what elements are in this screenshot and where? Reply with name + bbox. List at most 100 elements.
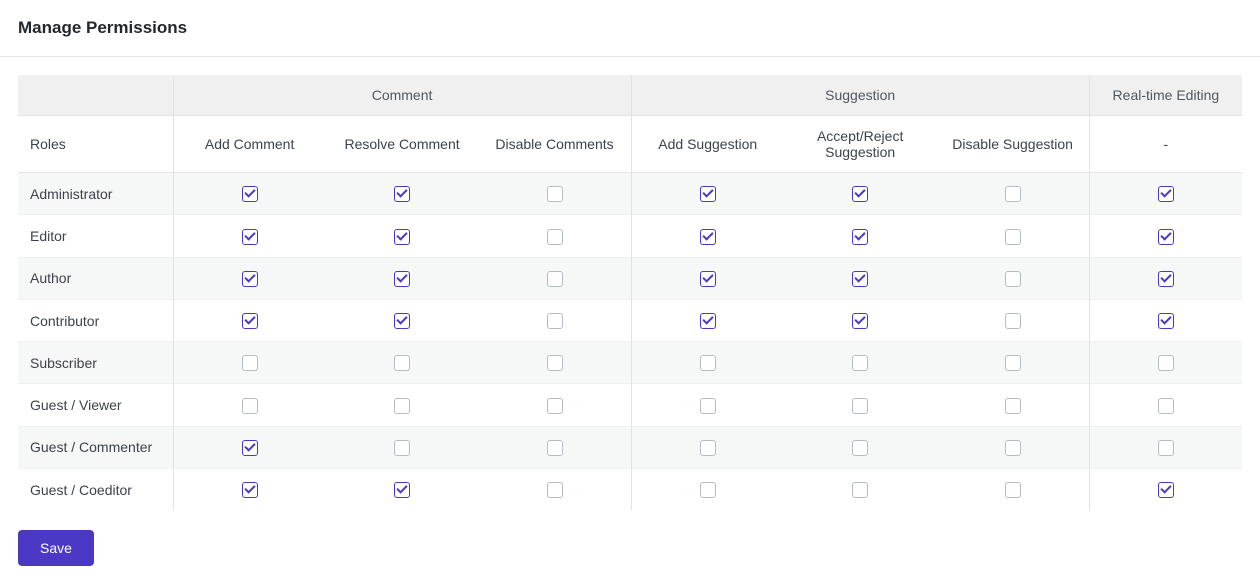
checkbox-accept-reject-suggestion[interactable] xyxy=(852,271,868,287)
perm-cell-disable-suggestion xyxy=(937,257,1090,299)
checkbox-realtime-editing[interactable] xyxy=(1158,440,1174,456)
checkbox-disable-suggestion[interactable] xyxy=(1005,313,1021,329)
col-accept-reject-suggestion: Accept/Reject Suggestion xyxy=(784,116,937,173)
perm-cell-add-comment xyxy=(173,173,326,215)
perm-cell-add-suggestion xyxy=(631,426,784,468)
checkbox-accept-reject-suggestion[interactable] xyxy=(852,186,868,202)
perm-cell-add-suggestion xyxy=(631,469,784,511)
checkbox-realtime-editing[interactable] xyxy=(1158,229,1174,245)
checkbox-accept-reject-suggestion[interactable] xyxy=(852,440,868,456)
checkbox-realtime-editing[interactable] xyxy=(1158,271,1174,287)
perm-cell-disable-comments xyxy=(478,469,631,511)
page-title: Manage Permissions xyxy=(0,0,1260,56)
perm-cell-disable-suggestion xyxy=(937,469,1090,511)
checkbox-disable-comments[interactable] xyxy=(547,186,563,202)
checkbox-resolve-comment[interactable] xyxy=(394,313,410,329)
perm-cell-accept-reject-suggestion xyxy=(784,384,937,426)
perm-cell-resolve-comment xyxy=(326,257,479,299)
checkbox-disable-suggestion[interactable] xyxy=(1005,271,1021,287)
checkbox-disable-suggestion[interactable] xyxy=(1005,398,1021,414)
role-name-cell: Administrator xyxy=(18,173,173,215)
group-header-suggestion: Suggestion xyxy=(631,75,1089,116)
checkbox-add-suggestion[interactable] xyxy=(700,440,716,456)
checkbox-add-suggestion[interactable] xyxy=(700,271,716,287)
checkbox-add-suggestion[interactable] xyxy=(700,229,716,245)
checkbox-realtime-editing[interactable] xyxy=(1158,355,1174,371)
perm-cell-add-comment xyxy=(173,426,326,468)
perm-cell-resolve-comment xyxy=(326,426,479,468)
checkbox-resolve-comment[interactable] xyxy=(394,482,410,498)
perm-cell-disable-suggestion xyxy=(937,426,1090,468)
checkbox-add-suggestion[interactable] xyxy=(700,313,716,329)
checkbox-realtime-editing[interactable] xyxy=(1158,398,1174,414)
checkbox-disable-comments[interactable] xyxy=(547,313,563,329)
perm-cell-disable-comments xyxy=(478,342,631,384)
save-button[interactable]: Save xyxy=(18,530,94,566)
role-name-cell: Contributor xyxy=(18,299,173,341)
perm-cell-resolve-comment xyxy=(326,173,479,215)
perm-cell-add-comment xyxy=(173,215,326,257)
checkbox-realtime-editing[interactable] xyxy=(1158,482,1174,498)
perm-cell-add-comment xyxy=(173,299,326,341)
checkbox-resolve-comment[interactable] xyxy=(394,271,410,287)
perm-cell-disable-comments xyxy=(478,299,631,341)
group-header-comment: Comment xyxy=(173,75,631,116)
checkbox-disable-suggestion[interactable] xyxy=(1005,229,1021,245)
checkbox-add-suggestion[interactable] xyxy=(700,482,716,498)
checkbox-disable-suggestion[interactable] xyxy=(1005,355,1021,371)
perm-cell-disable-suggestion xyxy=(937,173,1090,215)
group-header-realtime: Real-time Editing xyxy=(1089,75,1242,116)
checkbox-resolve-comment[interactable] xyxy=(394,186,410,202)
group-header-row: Comment Suggestion Real-time Editing xyxy=(18,75,1242,116)
checkbox-resolve-comment[interactable] xyxy=(394,229,410,245)
checkbox-disable-comments[interactable] xyxy=(547,482,563,498)
perm-cell-disable-suggestion xyxy=(937,299,1090,341)
perm-cell-add-suggestion xyxy=(631,384,784,426)
checkbox-accept-reject-suggestion[interactable] xyxy=(852,313,868,329)
checkbox-disable-comments[interactable] xyxy=(547,229,563,245)
checkbox-add-comment[interactable] xyxy=(242,271,258,287)
checkbox-realtime-editing[interactable] xyxy=(1158,186,1174,202)
checkbox-add-suggestion[interactable] xyxy=(700,186,716,202)
table-row: Subscriber xyxy=(18,342,1242,384)
checkbox-disable-comments[interactable] xyxy=(547,355,563,371)
checkbox-add-comment[interactable] xyxy=(242,229,258,245)
checkbox-disable-comments[interactable] xyxy=(547,271,563,287)
checkbox-accept-reject-suggestion[interactable] xyxy=(852,355,868,371)
checkbox-resolve-comment[interactable] xyxy=(394,440,410,456)
perm-cell-add-suggestion xyxy=(631,215,784,257)
checkbox-disable-suggestion[interactable] xyxy=(1005,440,1021,456)
checkbox-add-comment[interactable] xyxy=(242,398,258,414)
perm-cell-disable-suggestion xyxy=(937,215,1090,257)
checkbox-accept-reject-suggestion[interactable] xyxy=(852,229,868,245)
checkbox-add-comment[interactable] xyxy=(242,355,258,371)
checkbox-accept-reject-suggestion[interactable] xyxy=(852,398,868,414)
role-name-cell: Guest / Coeditor xyxy=(18,469,173,511)
checkbox-accept-reject-suggestion[interactable] xyxy=(852,482,868,498)
table-row: Guest / Viewer xyxy=(18,384,1242,426)
perm-cell-add-suggestion xyxy=(631,299,784,341)
perm-cell-add-suggestion xyxy=(631,257,784,299)
perm-cell-accept-reject-suggestion xyxy=(784,173,937,215)
perm-cell-add-comment xyxy=(173,469,326,511)
table-row: Editor xyxy=(18,215,1242,257)
checkbox-realtime-editing[interactable] xyxy=(1158,313,1174,329)
table-row: Contributor xyxy=(18,299,1242,341)
checkbox-disable-suggestion[interactable] xyxy=(1005,482,1021,498)
perm-cell-realtime-editing xyxy=(1089,384,1242,426)
checkbox-add-comment[interactable] xyxy=(242,440,258,456)
perm-cell-accept-reject-suggestion xyxy=(784,342,937,384)
checkbox-add-comment[interactable] xyxy=(242,313,258,329)
table-row: Guest / Coeditor xyxy=(18,469,1242,511)
checkbox-add-comment[interactable] xyxy=(242,186,258,202)
permissions-table-wrap: Comment Suggestion Real-time Editing Rol… xyxy=(0,57,1260,528)
checkbox-disable-suggestion[interactable] xyxy=(1005,186,1021,202)
checkbox-add-suggestion[interactable] xyxy=(700,355,716,371)
checkbox-add-suggestion[interactable] xyxy=(700,398,716,414)
permissions-table: Comment Suggestion Real-time Editing Rol… xyxy=(18,75,1242,510)
checkbox-disable-comments[interactable] xyxy=(547,440,563,456)
checkbox-resolve-comment[interactable] xyxy=(394,355,410,371)
checkbox-add-comment[interactable] xyxy=(242,482,258,498)
checkbox-disable-comments[interactable] xyxy=(547,398,563,414)
checkbox-resolve-comment[interactable] xyxy=(394,398,410,414)
